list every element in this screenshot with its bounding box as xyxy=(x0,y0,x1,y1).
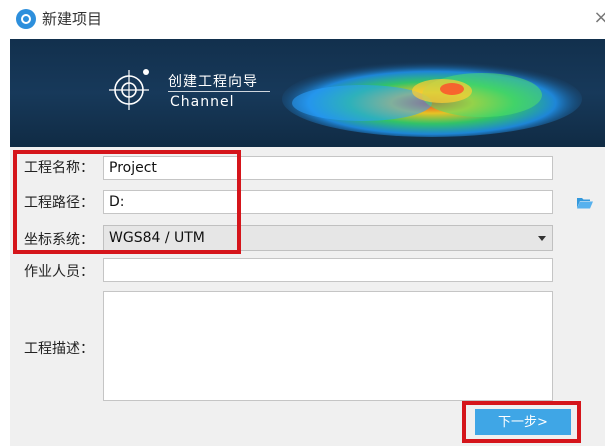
highlight-box-fields xyxy=(13,150,241,254)
new-project-dialog: 新建项目 × 创建工程向导 Channel 工程名称： Project 工程路径… xyxy=(10,0,605,446)
folder-open-icon[interactable] xyxy=(577,196,593,209)
highlight-box-next xyxy=(462,401,581,443)
channel-emblem-icon xyxy=(109,69,149,110)
point-cloud-graphic xyxy=(282,61,582,137)
title-bar: 新建项目 × xyxy=(10,0,605,39)
operator-input[interactable] xyxy=(103,258,553,282)
description-label: 工程描述： xyxy=(24,341,94,357)
close-icon[interactable]: × xyxy=(591,6,605,30)
app-logo-icon xyxy=(16,9,36,29)
description-textarea[interactable] xyxy=(103,291,553,401)
banner-title: 创建工程向导 xyxy=(168,74,258,90)
window-title: 新建项目 xyxy=(42,10,103,28)
banner-divider xyxy=(168,91,270,92)
banner-subtitle: Channel xyxy=(170,94,235,110)
wizard-banner: 创建工程向导 Channel xyxy=(10,39,605,147)
operator-label: 作业人员： xyxy=(24,264,94,280)
dropdown-arrow-icon xyxy=(538,236,546,241)
